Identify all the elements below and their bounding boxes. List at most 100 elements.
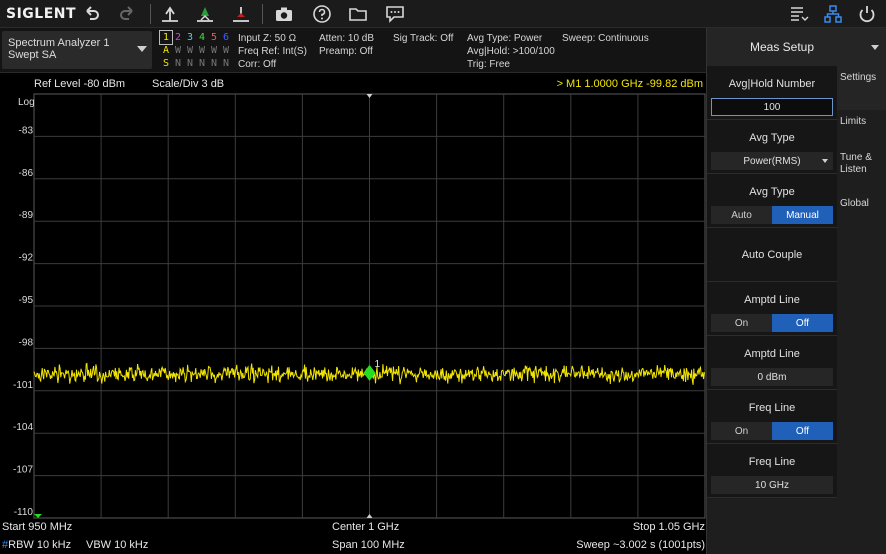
avg-type-status: Avg Type: Power <box>467 33 543 44</box>
message-icon[interactable] <box>384 3 406 25</box>
chevron-down-icon <box>871 45 879 50</box>
toolbar-divider <box>150 4 151 24</box>
avg-type-dropdown[interactable]: Power(RMS) <box>711 152 833 170</box>
status-info-bar: Spectrum Analyzer 1 Swept SA 123456 AWWW… <box>0 28 706 73</box>
on-option[interactable]: On <box>711 314 772 332</box>
trace-6-cell: N <box>222 58 230 69</box>
trace-number-row: 123456 <box>159 30 232 45</box>
center-freq[interactable]: Center 1 GHz <box>332 521 399 533</box>
sweep-time[interactable]: Sweep ~3.002 s (1001pts) <box>576 539 705 551</box>
manual-option[interactable]: Manual <box>772 206 833 224</box>
amptd-line-label: Amptd Line <box>744 348 800 360</box>
help-icon[interactable] <box>311 3 333 25</box>
avg-type-label: Avg Type <box>749 132 795 144</box>
trace-5-cell: W <box>210 45 218 56</box>
panel-title-label: Meas Setup <box>749 40 815 54</box>
stop-freq[interactable]: Stop 1.05 GHz <box>633 521 705 533</box>
correction-status: Corr: Off <box>238 59 277 70</box>
spectrum-plot[interactable]: Log -83 -86 -89 -92 -95 -98 -101 -104 -107 -110 1 <box>0 92 706 520</box>
tab-settings[interactable]: Settings <box>837 66 886 110</box>
chevron-down-icon <box>822 159 828 163</box>
auto-couple-key[interactable]: Auto Couple <box>707 228 837 282</box>
amptd-line-toggle[interactable]: On Off <box>711 314 833 332</box>
tab-tune-listen[interactable]: Tune & Listen <box>837 146 886 192</box>
freq-line-toggle[interactable]: On Off <box>711 422 833 440</box>
avg-type-key[interactable]: Avg Type Power(RMS) <box>707 120 837 174</box>
marker-to-center-icon[interactable] <box>194 3 216 25</box>
mode-selector[interactable]: Spectrum Analyzer 1 Swept SA <box>2 31 152 69</box>
chevron-down-icon <box>137 46 147 52</box>
off-option[interactable]: Off <box>772 422 833 440</box>
trace-3-cell: N <box>186 58 194 69</box>
trace-detector-row: SNNNNN <box>160 57 232 70</box>
avg-type-value: Power(RMS) <box>743 155 801 167</box>
amptd-line-toggle-key[interactable]: Amptd Line On Off <box>707 282 837 336</box>
center-bottom-indicator <box>366 514 373 518</box>
rbw-value: RBW 10 kHz <box>8 539 72 551</box>
on-option[interactable]: On <box>711 422 772 440</box>
sweep-info[interactable]: Sweep: Continuous <box>562 32 649 45</box>
list-icon[interactable] <box>788 3 810 25</box>
undo-icon[interactable] <box>81 3 103 25</box>
trace-type-row: AWWWWW <box>160 44 232 57</box>
y-tick-label: -110 <box>14 507 34 518</box>
graticule <box>33 93 706 519</box>
vbw-readout[interactable]: VBW 10 kHz <box>86 539 148 551</box>
trace-1-cell: 1 <box>159 30 173 45</box>
avg-hold-status: Avg|Hold: >100/100 <box>467 46 555 57</box>
trace-6-cell: 6 <box>222 32 230 43</box>
scale-per-div[interactable]: Scale/Div 3 dB <box>152 78 224 90</box>
folder-icon[interactable] <box>347 3 369 25</box>
y-tick-label: -101 <box>13 380 33 391</box>
off-option[interactable]: Off <box>772 314 833 332</box>
trace-5-cell: N <box>210 58 218 69</box>
avg-type-auto-manual-key[interactable]: Avg Type Auto Manual <box>707 174 837 228</box>
trace-6-cell: W <box>222 45 230 56</box>
avg-hold-number-key[interactable]: Avg|Hold Number 100 <box>707 66 837 120</box>
freq-line-label: Freq Line <box>748 402 796 414</box>
freq-line-value[interactable]: 10 GHz <box>711 476 833 494</box>
toolbar: SIGLENT <box>0 0 886 28</box>
trace-4-cell: N <box>198 58 206 69</box>
avg-info[interactable]: Avg Type: Power Avg|Hold: >100/100 Trig:… <box>467 32 555 71</box>
amptd-line-value-key[interactable]: Amptd Line 0 dBm <box>707 336 837 390</box>
start-freq[interactable]: Start 950 MHz <box>2 521 72 533</box>
redo-icon[interactable] <box>116 3 138 25</box>
network-icon[interactable] <box>822 3 844 25</box>
atten-info[interactable]: Atten: 10 dB Preamp: Off <box>319 32 374 58</box>
marker-delta-icon[interactable] <box>230 3 252 25</box>
tab-global[interactable]: Global <box>837 192 886 228</box>
span-readout[interactable]: Span 100 MHz <box>332 539 405 551</box>
y-tick-label: -89 <box>19 210 34 221</box>
peak-marker-icon[interactable] <box>159 3 181 25</box>
freq-ref: Freq Ref: Int(S) <box>238 46 307 57</box>
auto-manual-toggle[interactable]: Auto Manual <box>711 206 833 224</box>
avg-hold-input[interactable]: 100 <box>711 98 833 116</box>
camera-icon[interactable] <box>273 3 295 25</box>
trace-2-cell: 2 <box>174 32 182 43</box>
y-tick-label: -104 <box>13 422 33 433</box>
y-tick-label: -107 <box>13 465 33 476</box>
attenuation: Atten: 10 dB <box>319 33 375 44</box>
tab-limits[interactable]: Limits <box>837 110 886 146</box>
input-impedance: Input Z: 50 Ω <box>238 33 297 44</box>
ref-level[interactable]: Ref Level -80 dBm <box>34 78 125 90</box>
preamp-status: Preamp: Off <box>319 46 373 57</box>
rbw-readout[interactable]: #RBW 10 kHz <box>2 539 71 551</box>
y-tick-label: -83 <box>19 125 34 136</box>
freq-line-value-key[interactable]: Freq Line 10 GHz <box>707 444 837 498</box>
amptd-line-value[interactable]: 0 dBm <box>711 368 833 386</box>
freq-line-toggle-key[interactable]: Freq Line On Off <box>707 390 837 444</box>
mode-name: Spectrum Analyzer 1 <box>8 37 110 49</box>
avg-hold-label: Avg|Hold Number <box>728 78 816 90</box>
sig-track-info[interactable]: Sig Track: Off <box>393 32 453 45</box>
trace-status-grid[interactable]: 123456 AWWWWW SNNNNN <box>159 30 232 70</box>
y-axis-ticks: Log -83 -86 -89 -92 -95 -98 -101 -104 -107 -110 <box>13 97 35 518</box>
power-icon[interactable] <box>856 3 878 25</box>
avg-type-label: Avg Type <box>749 186 795 198</box>
measurement-name: Swept SA <box>8 49 57 61</box>
panel-title[interactable]: Meas Setup <box>707 28 886 66</box>
input-info[interactable]: Input Z: 50 Ω Freq Ref: Int(S) Corr: Off <box>238 32 307 71</box>
auto-option[interactable]: Auto <box>711 206 772 224</box>
brand-logo: SIGLENT <box>6 6 77 22</box>
